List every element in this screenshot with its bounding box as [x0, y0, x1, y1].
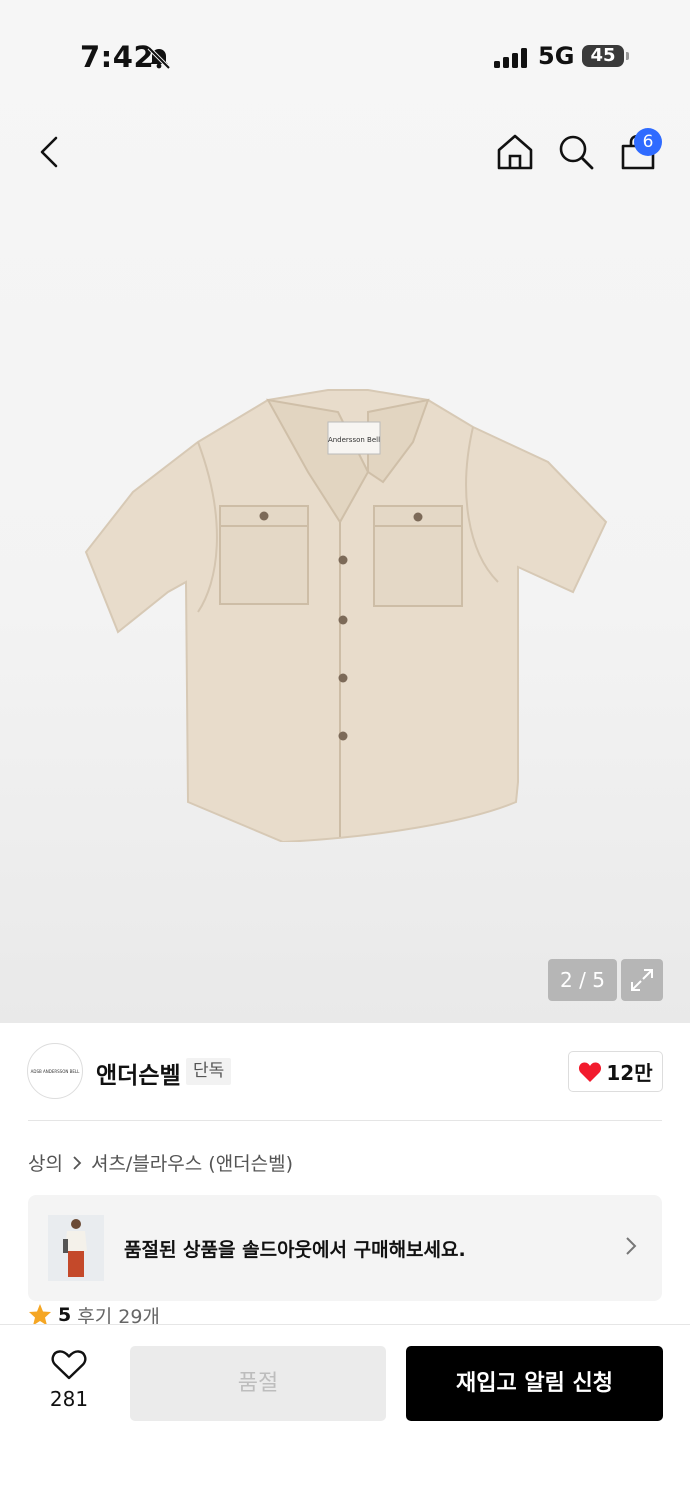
back-button[interactable]: [24, 122, 74, 182]
wish-button[interactable]: 281: [38, 1349, 100, 1411]
soldout-button: 품절: [130, 1346, 386, 1421]
shirt-label: Andersson Bell: [328, 436, 380, 444]
exclusive-badge: 단독: [186, 1058, 232, 1085]
product-image[interactable]: Andersson Bell: [78, 382, 612, 842]
brand-logo[interactable]: ADSB ANDERSSON BELL: [27, 1043, 83, 1099]
brand-like-button[interactable]: 12만: [568, 1051, 663, 1092]
status-bar: 7:42 5G 45: [0, 38, 690, 78]
search-button[interactable]: [551, 122, 601, 182]
heart-icon: [579, 1061, 602, 1082]
breadcrumb-item-shirts[interactable]: 셔츠/블라우스 (앤더슨벨): [91, 1149, 293, 1176]
chevron-right-icon: [73, 1155, 82, 1170]
rating-score: 5: [58, 1304, 72, 1326]
expand-button[interactable]: [621, 959, 663, 1001]
breadcrumb: 상의 셔츠/블라우스 (앤더슨벨): [28, 1149, 293, 1176]
breadcrumb-item-top[interactable]: 상의: [28, 1149, 63, 1176]
product-gallery[interactable]: 7:42 5G 45 6 Andersson Bell 2 / 5: [0, 0, 690, 1023]
wish-count: 281: [49, 1387, 89, 1411]
image-counter: 2 / 5: [548, 959, 617, 1001]
top-nav: [0, 122, 690, 182]
bell-slash-icon: [146, 44, 172, 74]
restock-alert-button[interactable]: 재입고 알림 신청: [406, 1346, 663, 1421]
divider: [28, 1120, 662, 1121]
status-time: 7:42: [80, 40, 155, 74]
soldout-banner[interactable]: 품절된 상품을 솔드아웃에서 구매해보세요.: [28, 1195, 662, 1301]
brand-like-count: 12만: [606, 1061, 653, 1085]
soldout-banner-text: 품절된 상품을 솔드아웃에서 구매해보세요.: [124, 1239, 466, 1261]
home-icon: [497, 134, 533, 170]
network-type: 5G: [538, 42, 575, 70]
heart-outline-icon: [51, 1350, 87, 1380]
battery-icon: 45: [582, 45, 624, 67]
brand-name[interactable]: 앤더슨벨: [96, 1056, 181, 1090]
cart-count-badge: 6: [634, 128, 662, 156]
search-icon: [559, 135, 594, 170]
home-button[interactable]: [490, 122, 540, 182]
bottom-action-bar: 281 품절 재입고 알림 신청: [0, 1324, 690, 1500]
brand-row: ADSB ANDERSSON BELL 앤더슨벨 단독 12만: [0, 1043, 690, 1101]
banner-thumbnail: [48, 1215, 104, 1281]
signal-icon: [494, 48, 528, 72]
expand-icon: [631, 969, 653, 991]
back-icon: [40, 136, 58, 168]
chevron-right-icon: [626, 1237, 637, 1255]
battery-nub: [626, 52, 629, 60]
